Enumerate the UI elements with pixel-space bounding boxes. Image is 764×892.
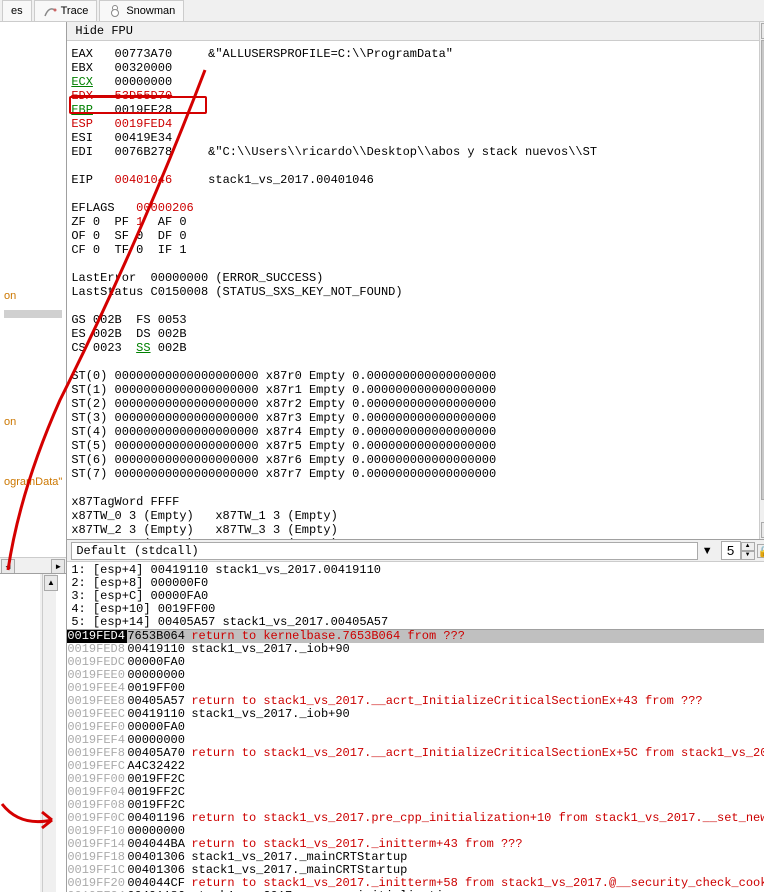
snowman-icon xyxy=(108,4,122,18)
registers-content[interactable]: EAX 00773A70 &"ALLUSERSPROFILE=C:\\Progr… xyxy=(67,41,764,540)
left-text-3: ogramData" xyxy=(4,472,62,492)
tab-bar: es Trace Snowman xyxy=(0,0,764,22)
left-text-2: on xyxy=(4,412,62,432)
tab-es-label: es xyxy=(11,5,23,17)
tab-trace-label: Trace xyxy=(61,5,89,17)
arg-count-input[interactable] xyxy=(721,541,741,560)
left-bottom-scroll[interactable]: ▲ xyxy=(42,574,56,892)
lock-button[interactable]: 🔒 xyxy=(757,544,764,558)
left-scrollbar[interactable]: ◄ ► xyxy=(0,557,66,573)
tab-trace[interactable]: Trace xyxy=(34,0,98,21)
left-text-1: on xyxy=(4,286,62,306)
tab-es[interactable]: es xyxy=(2,0,32,21)
stack-dump[interactable]: 0019FED47653B064return to kernelbase.765… xyxy=(67,630,764,892)
scroll-right[interactable]: ► xyxy=(51,559,65,574)
separator xyxy=(4,310,62,318)
trace-icon xyxy=(43,4,57,18)
spinner-down[interactable]: ▼ xyxy=(741,551,755,560)
reg-scroll-up[interactable]: ▲ xyxy=(761,23,764,39)
tab-snowman[interactable]: Snowman xyxy=(99,0,184,21)
arg-count-spinner[interactable]: ▲ ▼ xyxy=(721,541,755,560)
reg-scroll-down[interactable]: ▼ xyxy=(761,522,764,538)
registers-scrollbar[interactable]: ▲ ▼ xyxy=(759,22,764,539)
hide-fpu-button[interactable]: Hide FPU xyxy=(67,22,764,41)
scroll-up[interactable]: ▲ xyxy=(44,575,58,591)
reg-scroll-thumb[interactable] xyxy=(761,40,764,500)
calling-convention-select[interactable]: Default (stdcall) xyxy=(71,542,697,560)
tab-snowman-label: Snowman xyxy=(126,5,175,17)
scroll-left[interactable]: ◄ xyxy=(1,559,15,574)
ebp-highlight-box xyxy=(69,96,207,114)
left-panel: on on ogramData" ◄ ► ▲ xyxy=(0,22,67,892)
stack-args-list[interactable]: 1: [esp+4] 00419110 stack1_vs_2017.00419… xyxy=(67,562,764,631)
spinner-up[interactable]: ▲ xyxy=(741,542,755,551)
